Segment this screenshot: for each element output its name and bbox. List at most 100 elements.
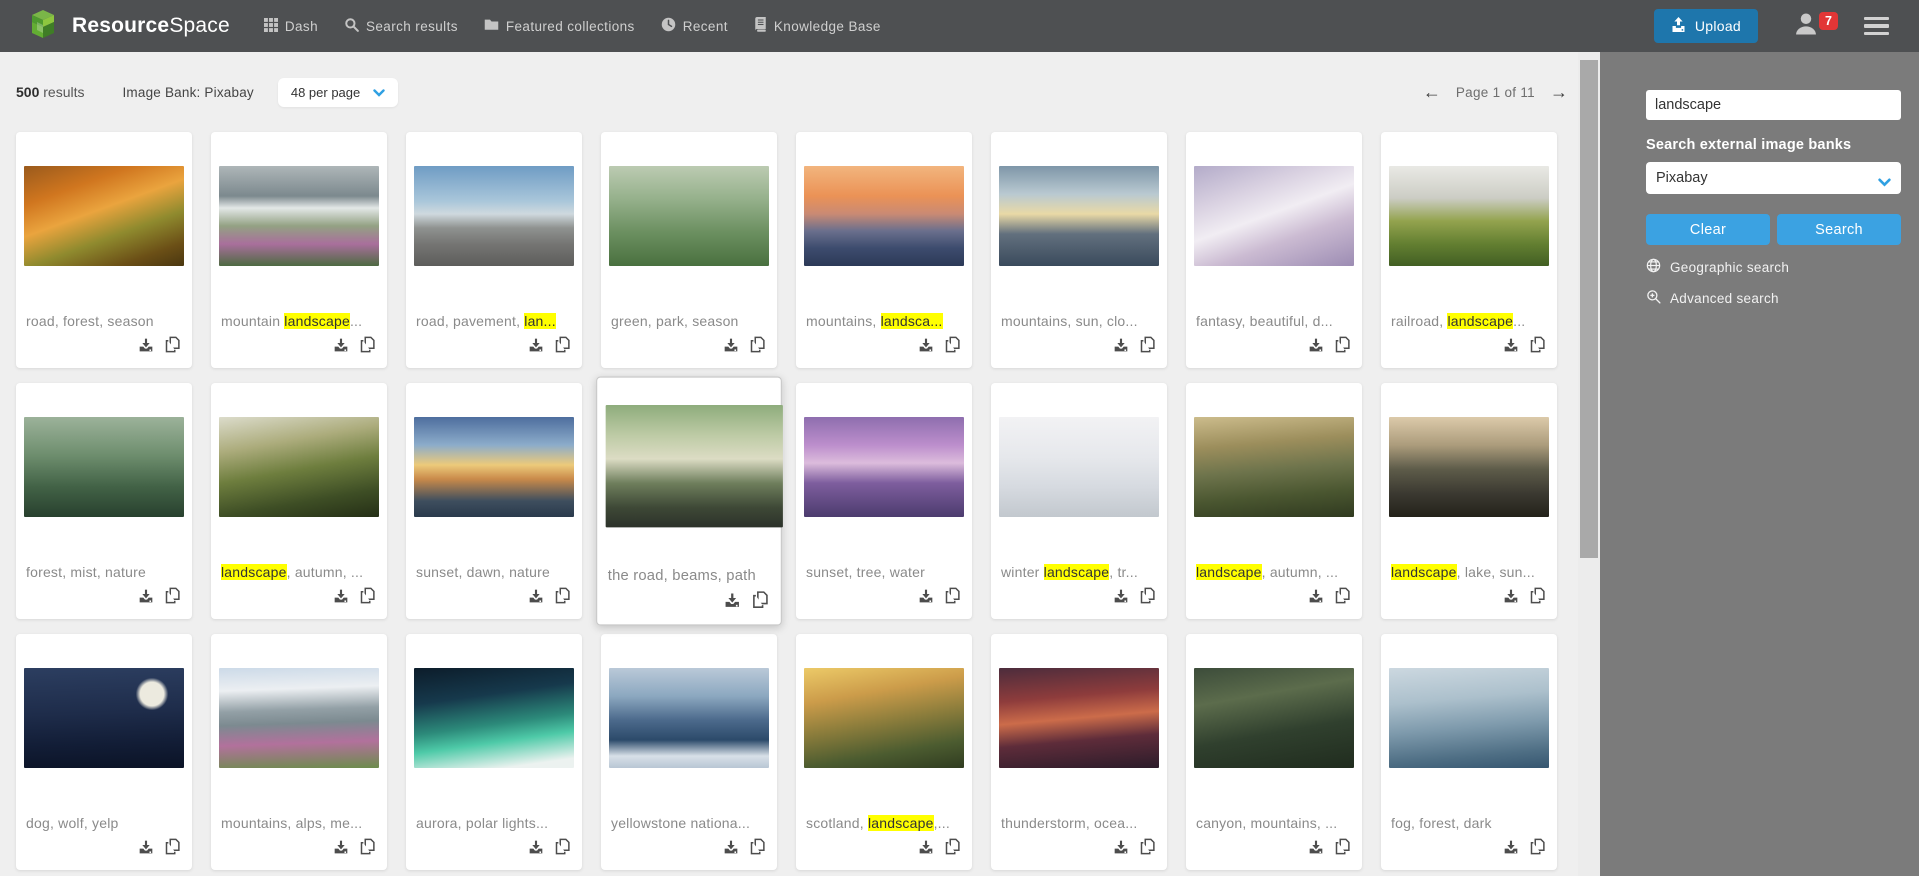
result-card[interactable]: sunset, tree, water — [796, 383, 972, 619]
copy-icon[interactable] — [1140, 336, 1155, 358]
result-card[interactable]: thunderstorm, ocea... — [991, 634, 1167, 870]
notification-badge[interactable]: 7 — [1819, 12, 1838, 31]
result-card[interactable]: landscape, autumn, ... — [1186, 383, 1362, 619]
search-icon — [344, 17, 359, 35]
result-card[interactable]: mountain landscape... — [211, 132, 387, 368]
user-menu[interactable]: 7 — [1792, 10, 1838, 42]
result-card[interactable]: mountains, landsca... — [796, 132, 972, 368]
download-icon[interactable] — [1113, 337, 1129, 358]
copy-icon[interactable] — [1335, 587, 1350, 609]
card-bottom: mountains, sun, clo... — [999, 313, 1159, 358]
result-card[interactable]: yellowstone nationa... — [601, 634, 777, 870]
advanced-search-link[interactable]: Advanced search — [1646, 289, 1901, 307]
copy-icon[interactable] — [165, 838, 180, 860]
nav-item-knowledge-base[interactable]: Knowledge Base — [754, 17, 881, 35]
copy-icon[interactable] — [165, 336, 180, 358]
result-card[interactable]: scotland, landscape,... — [796, 634, 972, 870]
result-card[interactable]: aurora, polar lights... — [406, 634, 582, 870]
download-icon[interactable] — [333, 337, 349, 358]
copy-icon[interactable] — [1335, 336, 1350, 358]
copy-icon[interactable] — [360, 587, 375, 609]
search-input[interactable] — [1646, 90, 1901, 120]
nav-item-featured-collections[interactable]: Featured collections — [484, 18, 635, 34]
download-icon[interactable] — [723, 839, 739, 860]
download-icon[interactable] — [333, 588, 349, 609]
copy-icon[interactable] — [945, 587, 960, 609]
result-card[interactable]: green, park, season — [601, 132, 777, 368]
copy-icon[interactable] — [1140, 587, 1155, 609]
result-card[interactable]: winter landscape, tr... — [991, 383, 1167, 619]
clear-button[interactable]: Clear — [1646, 214, 1770, 245]
result-card[interactable]: canyon, mountains, ... — [1186, 634, 1362, 870]
next-page-arrow[interactable]: → — [1550, 83, 1568, 101]
copy-icon[interactable] — [1530, 838, 1545, 860]
download-icon[interactable] — [528, 839, 544, 860]
external-banks-label: Search external image banks — [1646, 137, 1852, 153]
result-card[interactable]: railroad, landscape... — [1381, 132, 1557, 368]
result-card[interactable]: fog, forest, dark — [1381, 634, 1557, 870]
download-icon[interactable] — [918, 588, 934, 609]
copy-icon[interactable] — [750, 838, 765, 860]
card-actions — [414, 587, 574, 609]
download-icon[interactable] — [1308, 337, 1324, 358]
copy-icon[interactable] — [1530, 336, 1545, 358]
result-card[interactable]: sunset, dawn, nature — [406, 383, 582, 619]
copy-icon[interactable] — [1335, 838, 1350, 860]
nav-item-search-results[interactable]: Search results — [344, 17, 458, 35]
result-count-number: 500 — [16, 84, 40, 100]
result-card[interactable]: mountains, sun, clo... — [991, 132, 1167, 368]
result-card[interactable]: forest, mist, nature — [16, 383, 192, 619]
brand[interactable]: ResourceSpace — [26, 7, 230, 46]
download-icon[interactable] — [528, 588, 544, 609]
copy-icon[interactable] — [360, 838, 375, 860]
result-card[interactable]: the road, beams, path — [596, 376, 783, 626]
download-icon[interactable] — [1308, 588, 1324, 609]
per-page-select[interactable]: 48 per page — [277, 77, 399, 107]
hamburger-menu-icon[interactable] — [1864, 16, 1889, 36]
download-icon[interactable] — [918, 337, 934, 358]
scrollbar-thumb[interactable] — [1580, 60, 1598, 558]
copy-icon[interactable] — [1140, 838, 1155, 860]
download-icon[interactable] — [724, 591, 741, 613]
download-icon[interactable] — [138, 588, 154, 609]
download-icon[interactable] — [1113, 839, 1129, 860]
geographic-search-link[interactable]: Geographic search — [1646, 258, 1901, 276]
result-card[interactable]: road, forest, season — [16, 132, 192, 368]
caption-highlight: landsca... — [880, 313, 943, 329]
download-icon[interactable] — [528, 337, 544, 358]
copy-icon[interactable] — [1530, 587, 1545, 609]
caption-text: green, park, season — [611, 313, 739, 329]
result-card[interactable]: road, pavement, lan... — [406, 132, 582, 368]
download-icon[interactable] — [1113, 588, 1129, 609]
copy-icon[interactable] — [752, 591, 768, 614]
download-icon[interactable] — [918, 839, 934, 860]
result-card[interactable]: landscape, lake, sun... — [1381, 383, 1557, 619]
result-card[interactable]: fantasy, beautiful, d... — [1186, 132, 1362, 368]
upload-button[interactable]: Upload — [1653, 9, 1758, 43]
copy-icon[interactable] — [555, 336, 570, 358]
copy-icon[interactable] — [750, 336, 765, 358]
copy-icon[interactable] — [555, 587, 570, 609]
download-icon[interactable] — [1308, 839, 1324, 860]
prev-page-arrow[interactable]: ← — [1423, 83, 1441, 101]
download-icon[interactable] — [723, 337, 739, 358]
download-icon[interactable] — [1503, 337, 1519, 358]
copy-icon[interactable] — [165, 587, 180, 609]
result-card[interactable]: mountains, alps, me... — [211, 634, 387, 870]
download-icon[interactable] — [1503, 839, 1519, 860]
copy-icon[interactable] — [360, 336, 375, 358]
nav-item-recent[interactable]: Recent — [661, 17, 728, 35]
card-bottom: mountains, landsca... — [804, 313, 964, 358]
download-icon[interactable] — [1503, 588, 1519, 609]
copy-icon[interactable] — [945, 336, 960, 358]
copy-icon[interactable] — [945, 838, 960, 860]
nav-item-dash[interactable]: Dash — [263, 17, 318, 35]
result-card[interactable]: landscape, autumn, ... — [211, 383, 387, 619]
download-icon[interactable] — [138, 337, 154, 358]
provider-select[interactable]: Pixabay — [1646, 162, 1901, 194]
result-card[interactable]: dog, wolf, yelp — [16, 634, 192, 870]
search-button[interactable]: Search — [1777, 214, 1901, 245]
download-icon[interactable] — [333, 839, 349, 860]
copy-icon[interactable] — [555, 838, 570, 860]
download-icon[interactable] — [138, 839, 154, 860]
